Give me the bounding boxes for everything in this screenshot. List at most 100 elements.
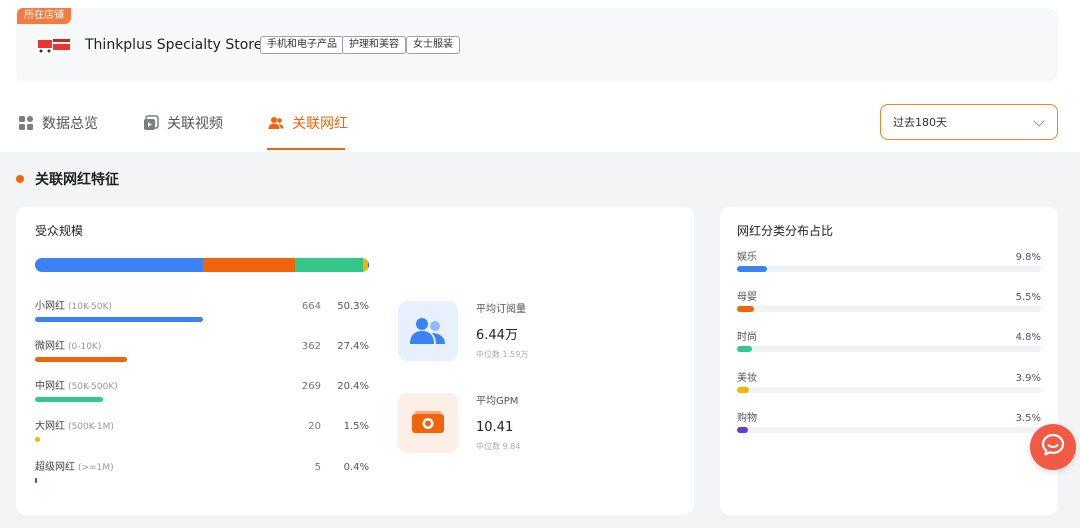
tier-label: 超级网红 [35, 462, 75, 473]
tier-range: (500K-1M) [68, 422, 114, 432]
tier-label: 中网红 [35, 381, 65, 392]
tier-percent: 0.4% [343, 462, 369, 473]
tier-percent: 50.3% [337, 301, 369, 312]
category-bar-fill [737, 387, 749, 393]
tier-bar-track [35, 317, 369, 322]
avg-subscribers-value: 6.44万 [476, 328, 518, 343]
category-name: 母婴 [737, 292, 757, 303]
category-bar-track [737, 306, 1041, 312]
top-area: 所在店铺 Thinkplus Specialty Store 手机和电子产品 护… [0, 0, 1080, 152]
store-logo [34, 30, 74, 60]
users-icon [268, 115, 284, 131]
tier-range: (10K-50K) [68, 302, 113, 312]
tier-row[interactable]: 微网红 (0-10K) 362 27.4% [35, 341, 369, 371]
category-bar-track [737, 387, 1041, 393]
category-percent: 3.9% [1015, 373, 1041, 384]
audience-size-card: 受众规模 小网红 (10K-50K) 664 50.3% 微网红 (0-10K) 362 27… [16, 207, 694, 515]
category-name: 购物 [737, 413, 757, 424]
tier-bar-fill [35, 397, 104, 402]
category-name: 美妆 [737, 373, 757, 384]
avg-gpm-label: 平均GPM [476, 396, 519, 407]
tab-label: 关联视频 [167, 116, 223, 132]
avg-subscribers-label: 平均订阅量 [476, 304, 526, 315]
category-percent: 3.5% [1015, 413, 1041, 424]
category-name: 时尚 [737, 332, 757, 343]
store-category-chip: 女士服装 [406, 36, 460, 54]
store-category-chip: 手机和电子产品 [260, 36, 344, 54]
avg-gpm-value: 10.41 [476, 420, 514, 435]
tab-label: 关联网红 [292, 116, 348, 132]
category-percent: 5.5% [1015, 292, 1041, 303]
tier-count: 5 [314, 462, 321, 473]
tier-label: 微网红 [35, 341, 65, 352]
tab-label: 数据总览 [42, 116, 98, 132]
avg-subscribers-median: 中位数 1.59万 [476, 350, 529, 359]
category-percent: 9.8% [1015, 252, 1041, 263]
tier-row[interactable]: 超级网红 (>=1M) 5 0.4% [35, 462, 369, 492]
stacked-bar-segment[interactable] [203, 258, 295, 272]
subscribers-icon [398, 301, 458, 361]
tab-related-influencers[interactable]: 关联网红 [268, 114, 348, 132]
tier-bar-fill [35, 357, 127, 362]
tier-range: (>=1M) [78, 463, 114, 473]
category-row[interactable]: 娱乐 9.8% [737, 252, 1041, 282]
tier-count: 20 [308, 421, 321, 432]
tier-range: (0-10K) [68, 342, 102, 352]
tier-percent: 20.4% [337, 381, 369, 392]
tier-bar-track [35, 357, 369, 362]
category-name: 娱乐 [737, 252, 757, 263]
stacked-bar-segment[interactable] [367, 258, 369, 272]
category-bar-fill [737, 266, 767, 272]
category-bar-fill [737, 346, 752, 352]
tier-label: 小网红 [35, 301, 65, 312]
tier-name: 微网红 (0-10K) [35, 341, 101, 353]
category-bar-fill [737, 306, 754, 312]
chevron-down-icon [1033, 115, 1045, 127]
store-category-chip: 护理和美容 [342, 36, 406, 54]
tier-row[interactable]: 小网红 (10K-50K) 664 50.3% [35, 301, 369, 331]
store-tag: 所在店铺 [17, 8, 71, 24]
tier-percent: 1.5% [343, 421, 369, 432]
category-distribution-card: 网红分类分布占比 娱乐 9.8% 母婴 5.5% 时尚 4.8% 美妆 3.9% 购物 3.5% [720, 207, 1058, 515]
category-bar-track [737, 346, 1041, 352]
tier-count: 362 [301, 341, 321, 352]
store-name[interactable]: Thinkplus Specialty Store [85, 36, 262, 54]
chat-button[interactable] [1030, 424, 1076, 470]
category-row[interactable]: 母婴 5.5% [737, 292, 1041, 322]
category-percent: 4.8% [1015, 332, 1041, 343]
tier-name: 中网红 (50K-500K) [35, 381, 118, 393]
tier-bar-fill [35, 437, 40, 442]
category-row[interactable]: 美妆 3.9% [737, 373, 1041, 403]
tier-count: 269 [301, 381, 321, 392]
stacked-bar-segment[interactable] [294, 258, 363, 272]
tab-data-overview[interactable]: 数据总览 [18, 114, 98, 132]
tier-count: 664 [301, 301, 321, 312]
tier-percent: 27.4% [337, 341, 369, 352]
tier-bar-fill [35, 478, 37, 483]
card-title: 受众规模 [35, 224, 84, 238]
tier-name: 大网红 (500K-1M) [35, 421, 114, 433]
category-bar-track [737, 427, 1041, 433]
tier-bar-track [35, 478, 369, 483]
tier-row[interactable]: 大网红 (500K-1M) 20 1.5% [35, 421, 369, 451]
category-row[interactable]: 购物 3.5% [737, 413, 1041, 443]
category-bar-fill [737, 427, 748, 433]
audience-stacked-bar [35, 258, 369, 272]
category-bar-track [737, 266, 1041, 272]
tier-bar-fill [35, 317, 203, 322]
tier-row[interactable]: 中网红 (50K-500K) 269 20.4% [35, 381, 369, 411]
active-tab-indicator [267, 148, 345, 150]
section-bullet [16, 175, 24, 183]
grid-icon [18, 115, 34, 131]
period-select[interactable]: 过去180天 [880, 104, 1058, 140]
tier-label: 大网红 [35, 421, 65, 432]
section-title: 关联网红特征 [35, 172, 119, 188]
money-icon [398, 393, 458, 453]
tab-related-videos[interactable]: 关联视频 [143, 114, 223, 132]
stacked-bar-segment[interactable] [35, 258, 203, 272]
period-select-value: 过去180天 [893, 116, 947, 129]
video-icon [143, 115, 159, 131]
category-row[interactable]: 时尚 4.8% [737, 332, 1041, 362]
tier-name: 超级网红 (>=1M) [35, 462, 114, 474]
tier-bar-track [35, 397, 369, 402]
